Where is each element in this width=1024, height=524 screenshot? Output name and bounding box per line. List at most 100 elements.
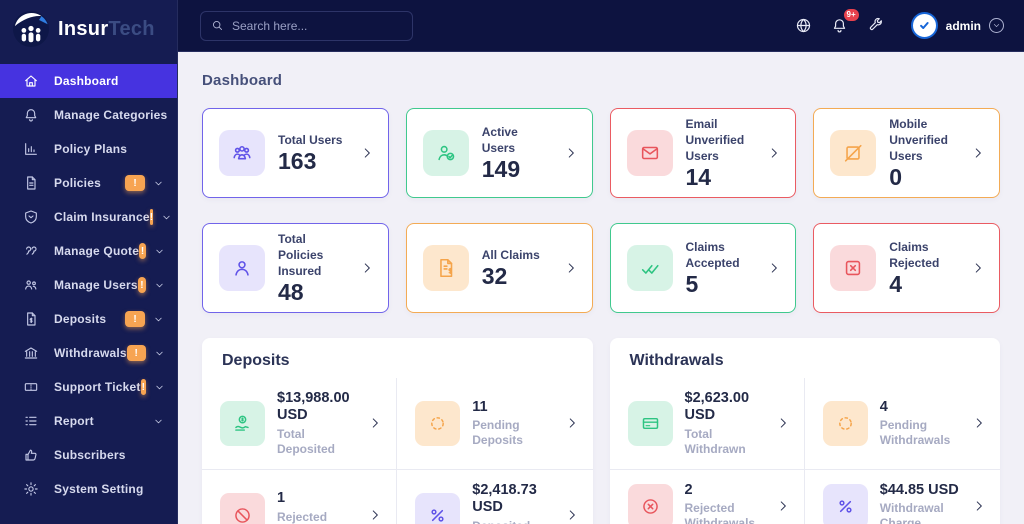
stat-card-claims-rejected[interactable]: Claims Rejected 4 bbox=[813, 223, 1000, 313]
panel-item-value: $2,418.73 USD bbox=[472, 481, 537, 516]
pending-deposits-item[interactable]: 11 Pending Deposits bbox=[397, 378, 593, 470]
sidebar-item-deposits[interactable]: Deposits ! bbox=[0, 302, 177, 336]
bank-icon bbox=[22, 345, 39, 362]
panel-item-label: Pending Withdrawals bbox=[879, 418, 951, 448]
chevron-right-icon bbox=[971, 146, 985, 160]
stat-value: 163 bbox=[278, 147, 317, 174]
file-dollar-icon bbox=[22, 311, 39, 328]
language-globe-button[interactable] bbox=[793, 15, 814, 36]
stat-card-active-users[interactable]: Active Users 149 bbox=[405, 108, 593, 198]
stat-value: 149 bbox=[481, 155, 521, 182]
person-icon bbox=[219, 245, 265, 291]
circle-x-icon bbox=[627, 483, 673, 524]
stat-card-all-claims[interactable]: All Claims 32 bbox=[405, 223, 593, 313]
total-deposited-item[interactable]: $13,988.00 USD Total Deposited bbox=[202, 378, 398, 470]
user-check-icon bbox=[422, 130, 469, 176]
stat-label: Claims Accepted bbox=[685, 239, 740, 270]
sidebar-item-claim-insurance[interactable]: Claim Insurance ! bbox=[0, 200, 177, 234]
chevron-down-icon bbox=[153, 177, 165, 189]
stat-label: Email Unverified Users bbox=[685, 116, 745, 163]
rejected-withdrawals-item[interactable]: 2 Rejected Withdrawals bbox=[610, 469, 805, 524]
chevron-down-icon bbox=[154, 347, 165, 359]
chevron-down-icon bbox=[154, 381, 165, 393]
stat-card-total-policies-insured[interactable]: Total Policies Insured 48 bbox=[202, 223, 389, 313]
stat-card-email-unverified-users[interactable]: Email Unverified Users 14 bbox=[609, 108, 797, 198]
sidebar-item-policy-plans[interactable]: Policy Plans bbox=[0, 132, 177, 166]
sidebar-item-report[interactable]: Report bbox=[0, 404, 177, 438]
chevron-down-icon bbox=[154, 245, 165, 257]
withdrawal-charge-item[interactable]: $44.85 USD Withdrawal Charge bbox=[805, 470, 1000, 524]
stat-value: 5 bbox=[685, 270, 699, 297]
chevron-right-icon bbox=[564, 261, 578, 275]
quote-icon bbox=[22, 243, 39, 260]
sidebar-item-policies[interactable]: Policies ! bbox=[0, 166, 177, 200]
chevron-down-icon bbox=[989, 18, 1004, 33]
alert-badge: ! bbox=[140, 379, 146, 395]
panel-item-label: Rejected Deposits bbox=[277, 509, 328, 524]
withdrawals-panel: Withdrawals $2,623.00 USD Total Withdraw… bbox=[609, 338, 1000, 524]
summary-panels: Deposits $13,988.00 USD Total Deposited bbox=[202, 338, 1000, 524]
brand: InsurTech bbox=[0, 0, 177, 58]
globe-icon bbox=[796, 18, 810, 33]
panel-item-label: Deposited Charge bbox=[472, 519, 552, 524]
sidebar-item-dashboard[interactable]: Dashboard bbox=[0, 64, 177, 98]
notification-badge: 9+ bbox=[843, 9, 859, 21]
chevron-down-icon bbox=[154, 279, 165, 291]
percent-icon bbox=[415, 492, 461, 524]
chart-icon bbox=[22, 141, 39, 158]
ticket-icon bbox=[22, 379, 39, 396]
sidebar-item-support-ticket[interactable]: Support Ticket ! bbox=[0, 370, 177, 404]
chevron-down-icon bbox=[161, 211, 172, 223]
user-menu[interactable]: admin bbox=[910, 12, 1004, 39]
sidebar-item-system-setting[interactable]: System Setting bbox=[0, 472, 177, 506]
chevron-down-icon bbox=[153, 313, 165, 325]
credit-card-icon bbox=[627, 400, 673, 446]
panel-item-value: 11 bbox=[472, 398, 488, 415]
rejected-deposits-item[interactable]: 1 Rejected Deposits bbox=[202, 469, 398, 524]
deposited-charge-item[interactable]: $2,418.73 USD Deposited Charge bbox=[397, 470, 592, 524]
users-icon bbox=[22, 277, 39, 294]
home-icon bbox=[22, 73, 39, 90]
search-input[interactable] bbox=[232, 18, 402, 33]
system-tools-button[interactable] bbox=[865, 15, 886, 36]
stat-label: Active Users bbox=[481, 124, 518, 155]
percent-icon bbox=[822, 483, 868, 524]
search-box bbox=[200, 10, 413, 41]
panel-item-value: $2,623.00 USD bbox=[684, 390, 750, 424]
alert-badge: ! bbox=[125, 175, 145, 191]
panel-item-label: Pending Deposits bbox=[472, 418, 523, 448]
notifications-button[interactable]: 9+ bbox=[829, 9, 859, 36]
panel-item-label: Total Withdrawn bbox=[684, 426, 746, 456]
total-withdrawn-item[interactable]: $2,623.00 USD Total Withdrawn bbox=[609, 378, 805, 470]
stat-card-total-users[interactable]: Total Users 163 bbox=[202, 108, 389, 198]
panel-item-label: Total Deposited bbox=[277, 426, 336, 456]
topbar-actions: 9+ admin bbox=[793, 9, 1024, 39]
stat-cards-grid: Total Users 163 Active Users 149 Email U… bbox=[202, 108, 1000, 313]
bell-icon bbox=[22, 107, 39, 124]
avatar bbox=[910, 12, 938, 39]
panel-title: Withdrawals bbox=[629, 352, 724, 369]
sidebar-item-subscribers[interactable]: Subscribers bbox=[0, 438, 177, 472]
panel-item-value: $13,988.00 USD bbox=[277, 390, 350, 424]
brand-name: InsurTech bbox=[58, 17, 155, 40]
stat-label: All Claims bbox=[481, 247, 540, 262]
stat-label: Total Users bbox=[278, 132, 343, 147]
chevron-right-icon bbox=[360, 146, 374, 160]
chevron-right-icon bbox=[368, 416, 382, 430]
stat-card-mobile-unverified-users[interactable]: Mobile Unverified Users 0 bbox=[813, 108, 1000, 198]
spinner-icon bbox=[415, 400, 461, 446]
sidebar-item-manage-categories[interactable]: Manage Categories bbox=[0, 98, 177, 132]
stat-label: Claims Rejected bbox=[889, 239, 940, 270]
panel-item-value: 4 bbox=[879, 398, 888, 415]
alert-badge: ! bbox=[137, 277, 146, 293]
pending-withdrawals-item[interactable]: 4 Pending Withdrawals bbox=[804, 378, 1000, 470]
stat-label: Mobile Unverified Users bbox=[889, 116, 948, 163]
chevron-right-icon bbox=[368, 508, 382, 522]
sidebar-item-manage-users[interactable]: Manage Users ! bbox=[0, 268, 177, 302]
chevron-right-icon bbox=[565, 416, 579, 430]
stat-card-claims-accepted[interactable]: Claims Accepted 5 bbox=[609, 223, 797, 313]
sidebar-item-withdrawals[interactable]: Withdrawals ! bbox=[0, 336, 177, 370]
sidebar-item-manage-quote[interactable]: Manage Quote ! bbox=[0, 234, 177, 268]
stat-value: 4 bbox=[889, 270, 903, 297]
alert-badge: ! bbox=[139, 243, 146, 259]
